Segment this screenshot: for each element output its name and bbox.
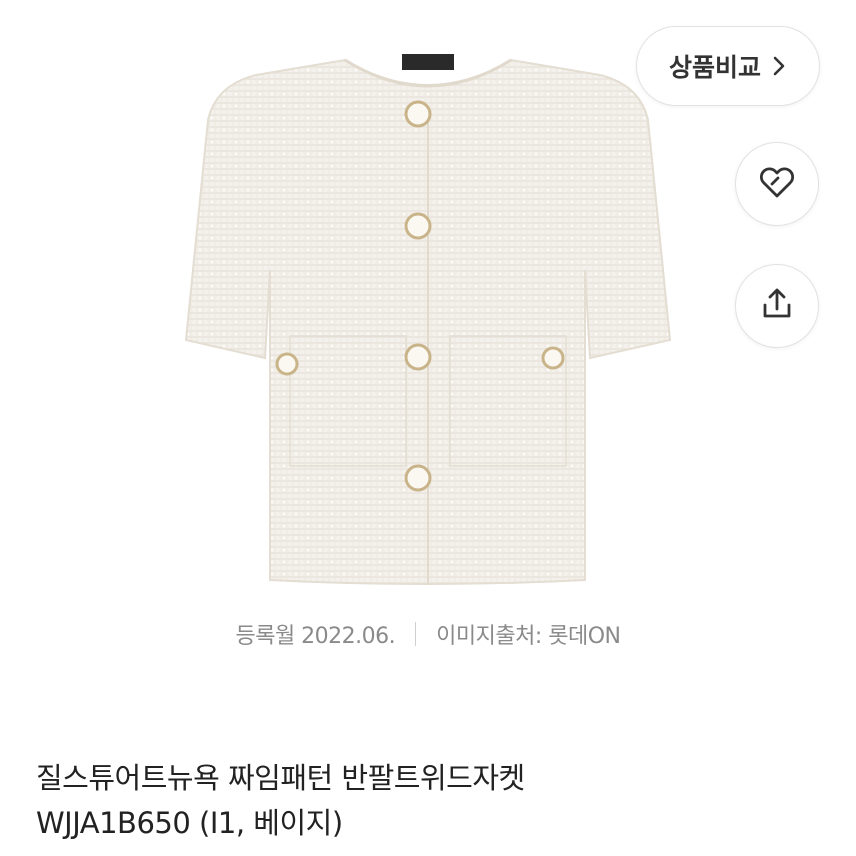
product-title: 질스튜어트뉴욕 짜임패턴 반팔트위드자켓 WJJA1B650 (I1, 베이지) <box>36 756 816 846</box>
share-icon <box>758 285 796 327</box>
registered-date: 등록월 2022.06. <box>235 624 396 649</box>
compare-label: 상품비교 <box>668 53 761 82</box>
heart-tag-icon <box>758 163 796 205</box>
compare-button[interactable]: 상품비교 <box>636 26 820 106</box>
image-source: 이미지출처: 롯데ON <box>436 624 621 649</box>
meta-divider <box>415 622 417 646</box>
product-image <box>170 40 686 600</box>
product-title-line1: 질스튜어트뉴욕 짜임패턴 반팔트위드자켓 <box>36 761 525 795</box>
chevron-right-icon <box>771 55 787 77</box>
wishlist-button[interactable] <box>735 142 819 226</box>
meta-row: 등록월 2022.06. 이미지출처: 롯데ON <box>0 618 856 650</box>
product-title-line2: WJJA1B650 (I1, 베이지) <box>36 806 343 840</box>
share-button[interactable] <box>735 264 819 348</box>
